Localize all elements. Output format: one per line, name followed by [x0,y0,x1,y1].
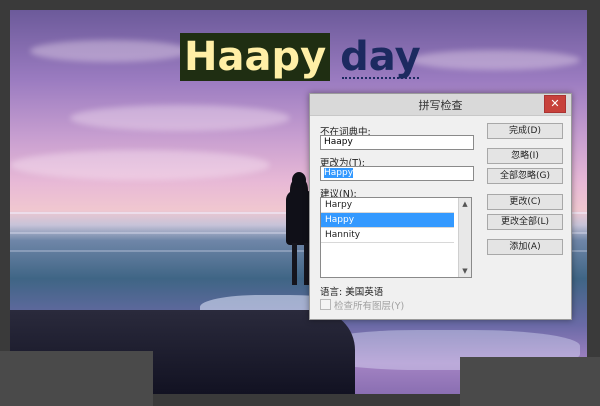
ignore-button[interactable]: 忽略(I) [487,148,563,164]
check-all-layers-checkbox[interactable] [320,299,331,310]
add-button[interactable]: 添加(A) [487,239,563,255]
headline-selected-word[interactable]: Haapy [180,33,331,81]
change-all-button[interactable]: 更改全部(L) [487,214,563,230]
list-item[interactable]: Harpy [321,198,454,213]
close-icon: ✕ [550,97,560,110]
spell-check-dialog: 拼写检查 ✕ 不在词典中: Haapy 更改为(T): Happy 建议(N):… [309,93,572,320]
suggestions-list[interactable]: Harpy Happy Hannity ▲ ▼ [320,197,472,278]
change-to-input[interactable]: Happy [320,166,474,181]
app-panel [460,357,600,406]
cloud [10,150,270,180]
dialog-titlebar[interactable]: 拼写检查 ✕ [310,94,571,116]
cloud [410,50,580,70]
app-panel [0,351,153,406]
ignore-all-button[interactable]: 全部忽略(G) [487,168,563,184]
list-item[interactable]: Hannity [321,228,454,243]
check-all-layers-label: 检查所有图层(Y) [334,301,405,312]
suggestions-scrollbar[interactable]: ▲ ▼ [458,198,471,277]
scroll-down-arrow-icon[interactable]: ▼ [459,265,471,277]
done-button[interactable]: 完成(D) [487,123,563,139]
change-to-value: Happy [324,168,354,178]
close-button[interactable]: ✕ [544,95,566,113]
spell-underline [342,74,419,79]
headline-text-layer[interactable]: Haapy day [180,33,421,81]
not-in-dictionary-field: Haapy [320,135,474,150]
language-label: 语言: 美国英语 [320,287,384,298]
scroll-up-arrow-icon[interactable]: ▲ [459,198,471,210]
list-item[interactable]: Happy [321,213,454,228]
person-silhouette-leg [292,243,297,285]
dialog-title: 拼写检查 [418,99,463,112]
cloud [30,40,190,62]
change-button[interactable]: 更改(C) [487,194,563,210]
cloud [70,105,290,131]
person-silhouette-head [292,172,306,188]
headline-word[interactable]: day [330,33,420,81]
